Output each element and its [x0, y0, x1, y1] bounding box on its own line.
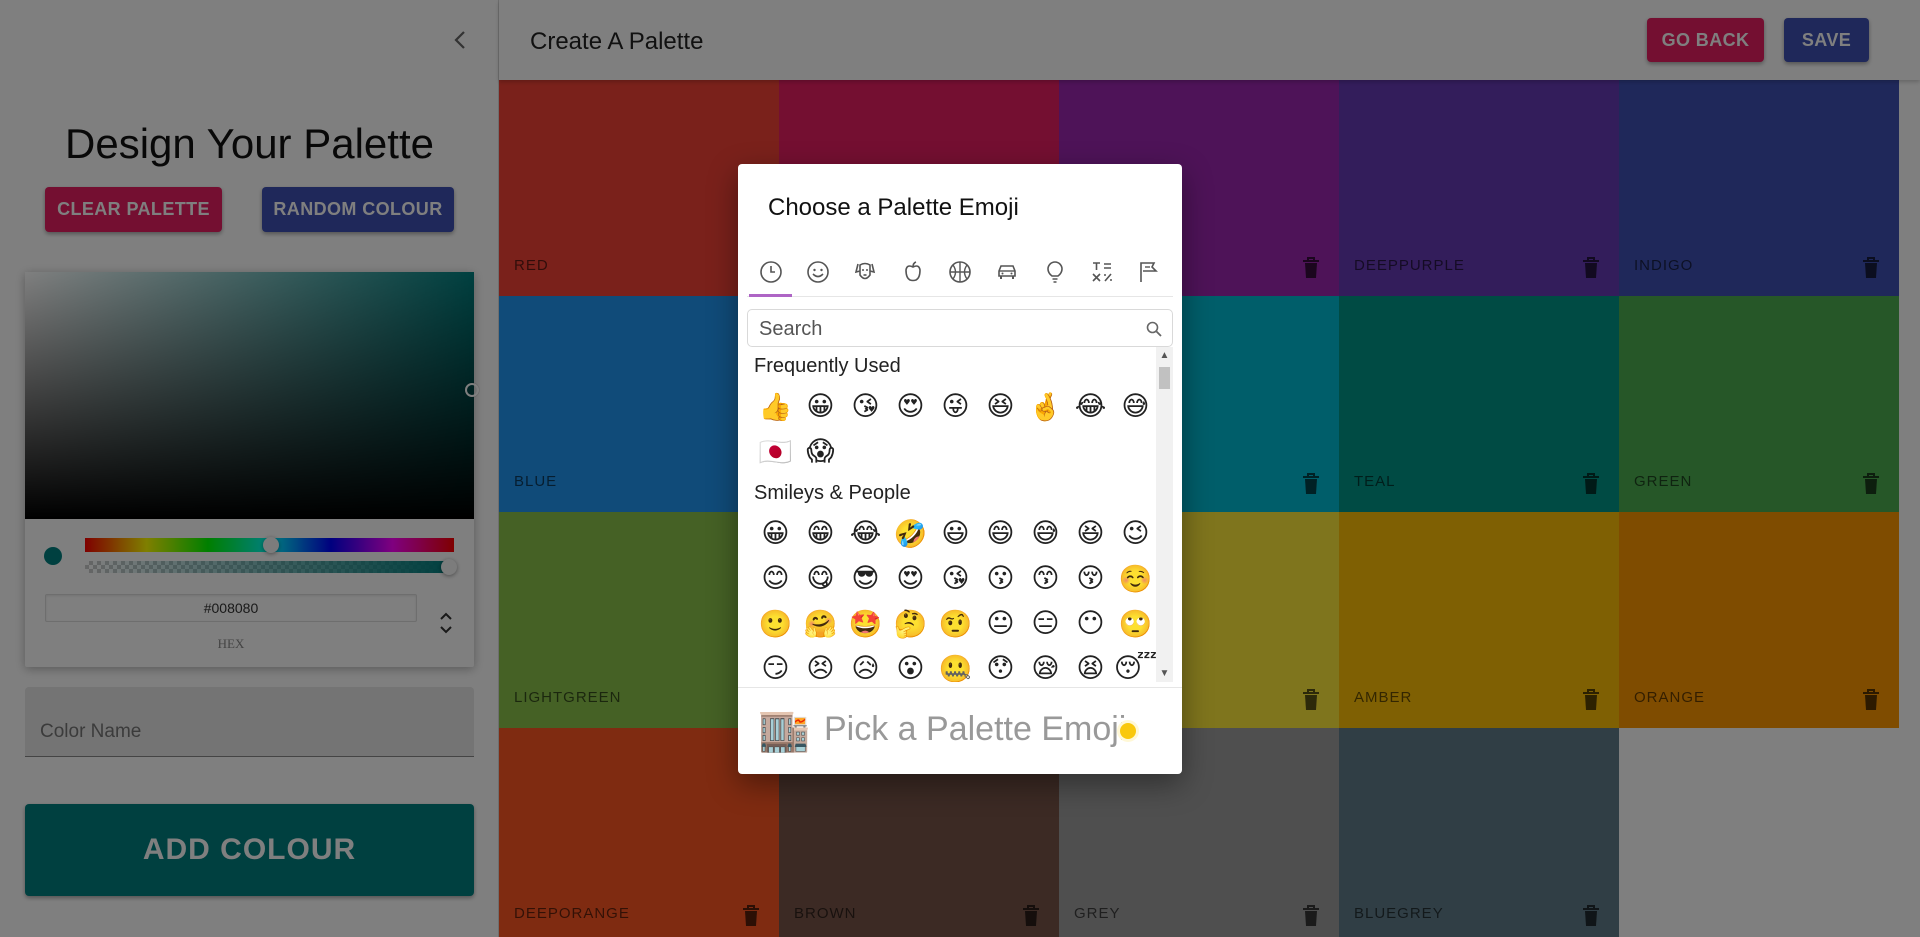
emoji-option[interactable]: ☺️ [1113, 563, 1158, 595]
emoji-option[interactable]: 😀 [798, 391, 843, 422]
smiley-icon [807, 260, 829, 283]
emoji-option[interactable]: 😚 [1068, 563, 1113, 594]
category-tab-food[interactable] [889, 247, 936, 296]
emoji-option[interactable]: 😀 [753, 518, 798, 549]
symbols-icon [1092, 261, 1112, 282]
emoji-option[interactable]: 😆 [1068, 518, 1113, 549]
emoji-sections: Frequently Used 👍 😀 😘 😍 😜 😆 🤞 😂 😅 🇯🇵 😱 Smileys & Peo… [747, 347, 1173, 682]
emoji-row: 😊 😋 😎 😍 😘 😗 😙 😚 ☺️ [747, 556, 1173, 601]
emoji-option[interactable]: 🙄 [1113, 608, 1158, 640]
emoji-row: 😏 😣 😥 😮 🤐 😯 😪 😫 😴 [747, 646, 1173, 682]
emoji-option[interactable]: 😊 [753, 563, 798, 594]
emoji-option[interactable]: 😱 [798, 436, 843, 467]
emoji-preview: 🏬 Pick a Palette Emoji [738, 687, 1182, 774]
emoji-row: 🙂 🤗 🤩 🤔 🤨 😐 😑 😶 🙄 [747, 601, 1173, 646]
emoji-option[interactable]: 😅 [1113, 391, 1158, 422]
emoji-dialog: Choose a Palette Emoji Search Frequently… [738, 164, 1182, 774]
emoji-option[interactable]: 😜 [933, 391, 978, 422]
emoji-option[interactable]: 😄 [978, 518, 1023, 549]
emoji-section-label: Frequently Used [754, 355, 901, 377]
emoji-option[interactable]: 😑 [1023, 608, 1068, 639]
emoji-option[interactable]: 😘 [933, 563, 978, 594]
scroll-up-arrow[interactable]: ▲ [1156, 347, 1173, 364]
car-icon [998, 264, 1017, 279]
emoji-search-input[interactable] [759, 318, 1129, 341]
emoji-option[interactable]: 🇯🇵 [753, 436, 798, 468]
emoji-option[interactable]: 😥 [843, 653, 888, 682]
emoji-option[interactable]: 🤔 [888, 608, 933, 640]
emoji-option[interactable]: 🤞 [1023, 391, 1068, 423]
emoji-option[interactable]: 😁 [798, 518, 843, 549]
emoji-search-box [747, 309, 1173, 347]
emoji-row: 👍 😀 😘 😍 😜 😆 🤞 😂 😅 [747, 384, 1173, 429]
emoji-option[interactable]: 🤨 [933, 608, 978, 640]
scroll-down-arrow[interactable]: ▼ [1156, 665, 1173, 682]
scrollbar-thumb[interactable] [1159, 367, 1170, 389]
emoji-option[interactable]: 😍 [888, 391, 933, 422]
category-tab-recent[interactable] [747, 247, 794, 297]
emoji-option[interactable]: 😴 [1113, 653, 1158, 682]
emoji-option[interactable]: 😉 [1113, 518, 1158, 549]
emoji-option[interactable]: 😣 [798, 653, 843, 682]
emoji-option[interactable]: 😶 [1068, 608, 1113, 639]
search-icon [1146, 321, 1162, 337]
emoji-option[interactable]: 😘 [843, 391, 888, 422]
emoji-option[interactable]: 😮 [888, 653, 933, 682]
category-tab-flags[interactable] [1126, 247, 1173, 296]
apple-icon [904, 260, 921, 281]
emoji-option[interactable]: 😃 [933, 518, 978, 549]
emoji-option[interactable]: 😯 [978, 653, 1023, 682]
emoji-category-bar [747, 247, 1173, 297]
emoji-option[interactable]: 🤣 [888, 518, 933, 550]
dog-icon [855, 262, 876, 279]
emoji-row: 🇯🇵 😱 [747, 429, 1173, 474]
emoji-option[interactable]: 😏 [753, 653, 798, 682]
category-tab-symbols[interactable] [1078, 247, 1125, 296]
bulb-icon [1046, 260, 1063, 283]
emoji-list[interactable]: Frequently Used 👍 😀 😘 😍 😜 😆 🤞 😂 😅 🇯🇵 😱 Smileys & Peo… [747, 347, 1173, 682]
emoji-option[interactable]: 🤐 [933, 653, 978, 683]
preview-emoji: 🏬 [758, 706, 811, 753]
emoji-option[interactable]: 🤩 [843, 608, 888, 640]
category-tab-objects[interactable] [1031, 247, 1078, 296]
skin-tone-selector[interactable] [1120, 723, 1136, 739]
emoji-option[interactable]: 😎 [843, 563, 888, 594]
emoji-option[interactable]: 😍 [888, 563, 933, 594]
emoji-option[interactable]: 😂 [843, 518, 888, 549]
emoji-option[interactable]: 👍 [753, 391, 798, 423]
emoji-option[interactable]: 😐 [978, 608, 1023, 639]
ball-icon [949, 260, 971, 283]
flag-icon [1140, 261, 1159, 282]
emoji-section-label: Smileys & People [754, 482, 911, 504]
emoji-option[interactable]: 🤗 [798, 608, 843, 640]
category-tab-animals[interactable] [842, 247, 889, 296]
emoji-option[interactable]: 😫 [1068, 653, 1113, 682]
clock-icon [759, 260, 782, 283]
preview-text: Pick a Palette Emoji [824, 710, 1127, 748]
emoji-option[interactable]: 😂 [1068, 391, 1113, 422]
emoji-option[interactable]: 🙂 [753, 608, 798, 640]
category-tab-activity[interactable] [936, 247, 983, 296]
emoji-option[interactable]: 😙 [1023, 563, 1068, 594]
category-tab-smileys[interactable] [794, 247, 841, 296]
emoji-scrollbar[interactable]: ▲ ▼ [1156, 347, 1173, 682]
dialog-title: Choose a Palette Emoji [768, 194, 1019, 221]
emoji-option[interactable]: 😆 [978, 391, 1023, 422]
emoji-option[interactable]: 😅 [1023, 518, 1068, 549]
emoji-option[interactable]: 😪 [1023, 653, 1068, 682]
emoji-row: 😀 😁 😂 🤣 😃 😄 😅 😆 😉 [747, 511, 1173, 556]
emoji-option[interactable]: 😋 [798, 563, 843, 594]
emoji-option[interactable]: 😗 [978, 563, 1023, 594]
category-tab-travel[interactable] [984, 247, 1031, 296]
